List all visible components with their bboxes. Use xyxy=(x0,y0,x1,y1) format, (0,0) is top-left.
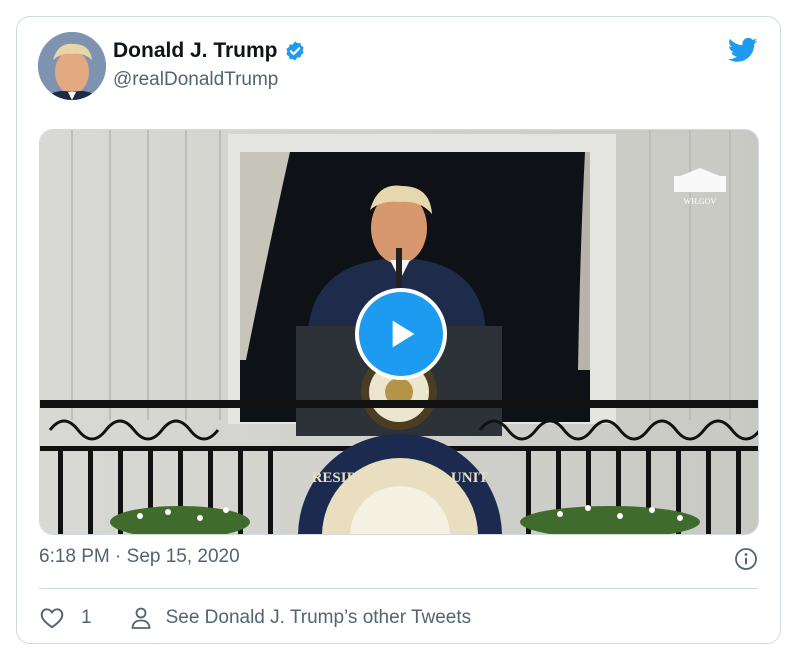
like-count: 1 xyxy=(81,607,92,628)
author-handle[interactable]: @realDonaldTrump xyxy=(113,69,278,91)
author-name-text: Donald J. Trump xyxy=(113,39,278,62)
other-tweets-label: See Donald J. Trump’s other Tweets xyxy=(165,607,472,628)
tweet-card: Donald J. Trump @realDonaldTrump WH.GOV … xyxy=(16,16,781,644)
tweet-timestamp[interactable]: 6:18 PM · Sep 15, 2020 xyxy=(39,546,240,568)
author-name[interactable]: Donald J. Trump xyxy=(113,39,306,63)
divider xyxy=(39,588,758,589)
play-icon xyxy=(392,320,415,348)
video-media[interactable]: WH.GOV RESIDENT OF THE UNIT xyxy=(39,129,759,535)
like-button[interactable]: 1 xyxy=(39,605,92,631)
twitter-bird-icon[interactable] xyxy=(726,35,760,65)
other-tweets-link[interactable]: See Donald J. Trump’s other Tweets xyxy=(130,606,472,630)
verified-badge-icon xyxy=(285,41,304,61)
tweet-actions: 1 See Donald J. Trump’s other Tweets xyxy=(39,603,471,633)
watermark-text: WH.GOV xyxy=(684,197,717,206)
play-button[interactable] xyxy=(355,288,447,380)
info-icon[interactable] xyxy=(734,547,758,571)
heart-icon xyxy=(40,608,64,629)
seal-text: RESIDENT OF THE UNIT xyxy=(312,470,489,486)
avatar[interactable] xyxy=(38,32,106,100)
person-icon xyxy=(131,607,150,629)
